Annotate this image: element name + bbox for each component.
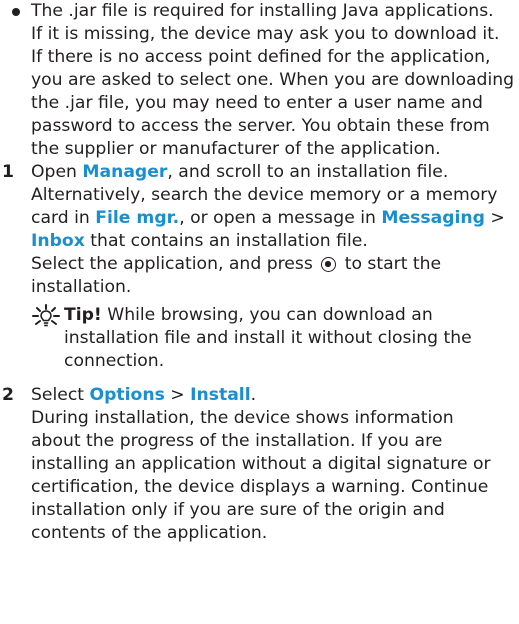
step2-line: Select Options > Install. xyxy=(31,384,256,407)
menu-ref-inbox: Inbox xyxy=(31,231,85,251)
bullet-text-line: you are asked to select one. When you ar… xyxy=(31,70,515,90)
tip-line: connection. xyxy=(64,351,165,371)
bullet-text-line: If it is missing, the device may ask you… xyxy=(31,24,500,44)
step2-line: contents of the application. xyxy=(31,523,268,543)
bullet-text-line: the .jar file, you may need to enter a u… xyxy=(31,93,483,113)
step1-line: Open Manager, and scroll to an installat… xyxy=(31,161,448,184)
text: > xyxy=(484,208,505,228)
step2-line: installation only if you are sure of the… xyxy=(31,500,445,520)
step1-line: installation. xyxy=(31,277,132,297)
menu-ref-messaging: Messaging xyxy=(381,208,485,228)
text: , or open a message in xyxy=(179,208,382,228)
text: > xyxy=(164,385,191,405)
step2-line: installing an application without a digi… xyxy=(31,454,491,474)
tip-line: installation file and install it without… xyxy=(64,328,472,348)
step2-line: certification, the device displays a war… xyxy=(31,477,489,497)
tip-label: Tip! xyxy=(64,305,102,325)
step-number: 1 xyxy=(2,162,14,182)
text: While browsing, you can download an xyxy=(101,305,433,325)
text: that contains an installation file. xyxy=(84,231,368,251)
bullet-text-line: The .jar file is required for installing… xyxy=(31,1,494,21)
tip-lightbulb-icon xyxy=(31,304,61,337)
text: Select the application, and press xyxy=(31,254,319,274)
bullet-text-line: password to access the server. You obtai… xyxy=(31,116,490,136)
menu-ref-install: Install xyxy=(190,385,251,405)
bullet-text-line: the supplier or manufacturer of the appl… xyxy=(31,139,441,159)
step-number: 2 xyxy=(2,385,14,405)
step1-line: Select the application, and press to sta… xyxy=(31,253,441,276)
menu-ref-options: Options xyxy=(89,385,165,405)
step1-line: card in File mgr., or open a message in … xyxy=(31,207,505,230)
select-key-icon xyxy=(321,257,337,272)
bullet-point xyxy=(12,8,20,16)
step2-line: During installation, the device shows in… xyxy=(31,408,454,428)
text: Select xyxy=(31,385,90,405)
text: to start the xyxy=(339,254,442,274)
tip-line: Tip! While browsing, you can download an xyxy=(64,304,433,327)
text: Open xyxy=(31,162,83,182)
text: card in xyxy=(31,208,96,228)
menu-ref-manager: Manager xyxy=(82,162,168,182)
step1-line: Alternatively, search the device memory … xyxy=(31,185,498,205)
text: . xyxy=(250,385,257,405)
menu-ref-file-mgr: File mgr. xyxy=(95,208,180,228)
step1-line: Inbox that contains an installation file… xyxy=(31,230,368,253)
step2-line: about the progress of the installation. … xyxy=(31,431,443,451)
bullet-text-line: If there is no access point defined for … xyxy=(31,47,491,67)
text: , and scroll to an installation file. xyxy=(167,162,449,182)
